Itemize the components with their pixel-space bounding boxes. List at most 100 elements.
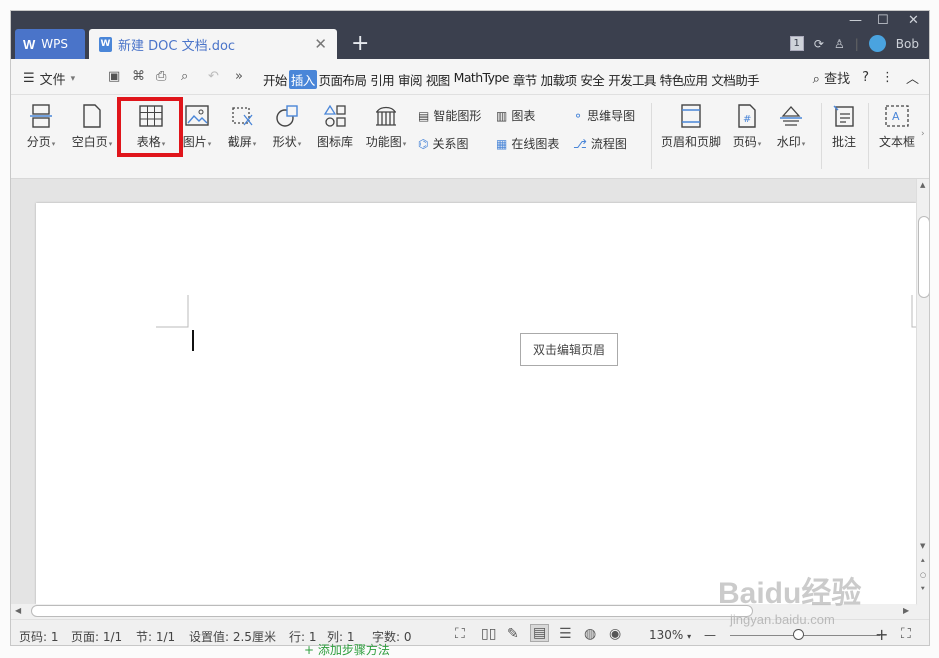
- pen-icon[interactable]: ✎: [507, 626, 519, 642]
- new-tab-button[interactable]: +: [351, 31, 369, 56]
- menu-tab[interactable]: 章节: [511, 70, 539, 89]
- menu-tab[interactable]: 引用: [368, 70, 396, 89]
- tab-document[interactable]: W 新建 DOC 文档.doc ✕: [89, 29, 337, 59]
- menu-tab[interactable]: 视图: [424, 70, 452, 89]
- header-footer-button[interactable]: 页眉和页脚: [656, 103, 726, 150]
- scroll-left-icon[interactable]: ◀: [15, 606, 21, 615]
- status-section: 节: 1/1: [136, 630, 176, 644]
- hamburger-icon: ☰: [23, 71, 35, 86]
- zoom-in-button[interactable]: +: [875, 625, 888, 644]
- smart-shape-label: 智能图形: [433, 109, 482, 123]
- prev-page-icon[interactable]: ⯅: [920, 557, 926, 566]
- tab-close-icon[interactable]: ✕: [314, 35, 327, 53]
- vertical-scrollbar[interactable]: ▲ ▼ ⯅ ○ ⯆: [916, 179, 929, 604]
- picture-button[interactable]: 图片▾: [177, 103, 217, 150]
- vertical-scroll-thumb[interactable]: [918, 216, 929, 298]
- minimize-icon[interactable]: —: [849, 13, 862, 28]
- icon-library-button[interactable]: 图标库: [313, 103, 357, 150]
- online-chart-button[interactable]: ▦ 在线图表: [496, 135, 559, 152]
- tab-wps-home[interactable]: W WPS: [15, 29, 85, 59]
- menu-tab[interactable]: 特色应用: [658, 70, 710, 89]
- close-icon[interactable]: ✕: [908, 13, 919, 28]
- ribbon-divider: [821, 103, 822, 169]
- save-icon[interactable]: ▣: [108, 69, 120, 84]
- shapes-icon: [276, 105, 298, 127]
- zoom-slider-knob[interactable]: [793, 629, 804, 640]
- header-footer-label: 页眉和页脚: [660, 135, 721, 149]
- sync-icon[interactable]: ⟳: [814, 37, 824, 51]
- watermark-button[interactable]: 水印▾: [771, 103, 811, 150]
- page-view-icon[interactable]: ▤: [530, 624, 550, 642]
- scroll-up-icon[interactable]: ▲: [920, 181, 925, 189]
- header-footer-icon: [681, 104, 701, 128]
- user-name[interactable]: Bob: [896, 37, 919, 51]
- document-page[interactable]: 双击编辑页眉: [36, 203, 916, 604]
- menu-bar: ☰ 文件 ▾ ▣ ⌘ ⎙ ⌕ ↶ » 开始 插入 页面布局 引用 审阅 视图 MathTyp…: [11, 59, 929, 95]
- scroll-right-icon[interactable]: ▶: [903, 606, 909, 615]
- picture-icon: [185, 105, 209, 126]
- zoom-level[interactable]: 130% ▾: [649, 628, 691, 642]
- ribbon-scroll-right-icon[interactable]: ›: [921, 129, 925, 139]
- zoom-slider[interactable]: [730, 635, 880, 636]
- undo-icon[interactable]: ↶: [208, 69, 219, 84]
- help-icon[interactable]: ?: [862, 70, 869, 85]
- blank-page-button[interactable]: 空白页▾: [67, 103, 117, 150]
- menu-tab[interactable]: 插入: [288, 70, 317, 89]
- window-count-badge[interactable]: 1: [789, 36, 804, 51]
- ribbon-divider: [868, 103, 869, 169]
- smart-shape-button[interactable]: ▤ 智能图形: [418, 107, 481, 124]
- collapse-ribbon-icon[interactable]: ︿: [906, 68, 919, 87]
- skin-icon[interactable]: ♙: [834, 37, 845, 51]
- menu-tab[interactable]: 页面布局: [317, 70, 369, 89]
- page-number-icon: #: [738, 104, 756, 128]
- edit-header-tooltip[interactable]: 双击编辑页眉: [520, 333, 618, 366]
- file-menu[interactable]: ☰ 文件 ▾: [23, 69, 75, 88]
- web-view-icon[interactable]: ◍: [584, 626, 596, 642]
- menu-tab[interactable]: 开发工具: [606, 70, 658, 89]
- next-page-icon[interactable]: ⯆: [920, 585, 926, 594]
- smart-shape-icon: ▤: [418, 108, 430, 123]
- textbox-button[interactable]: A 文本框: [873, 103, 921, 150]
- more-arrows-icon[interactable]: »: [235, 69, 243, 84]
- fullscreen-icon[interactable]: ⛶: [455, 626, 465, 642]
- relation-chart-button[interactable]: ⌬ 关系图: [418, 135, 469, 152]
- scroll-down-icon[interactable]: ▼: [920, 542, 925, 550]
- search-button[interactable]: ⌕ 查找: [813, 68, 850, 87]
- flowchart-button[interactable]: ⎇ 流程图: [573, 135, 627, 152]
- menu-tab[interactable]: MathType: [452, 70, 511, 89]
- page-break-button[interactable]: 分页▾: [21, 103, 61, 150]
- zoom-out-button[interactable]: —: [704, 628, 716, 642]
- function-chart-button[interactable]: 功能图▾: [361, 103, 411, 150]
- outline-view-icon[interactable]: ☰: [559, 626, 572, 642]
- title-bar: — ☐ ✕ W WPS W 新建 DOC 文档.doc ✕ + 1 ⟳ ♙ | …: [11, 11, 929, 59]
- mind-map-button[interactable]: ⚬ 思维导图: [573, 107, 635, 124]
- doc-file-icon: W: [99, 36, 112, 52]
- menu-tab[interactable]: 加载项: [539, 70, 579, 89]
- print-preview-icon[interactable]: ⌕: [181, 69, 188, 84]
- comment-label: 批注: [831, 135, 856, 149]
- flowchart-icon: ⎇: [573, 136, 587, 151]
- page-number-button[interactable]: # 页码▾: [727, 103, 767, 150]
- fit-window-icon[interactable]: ⛶: [901, 626, 911, 642]
- function-chart-label: 功能图: [365, 135, 402, 149]
- eye-protect-icon[interactable]: ◉: [609, 626, 621, 642]
- shapes-button[interactable]: 形状▾: [267, 103, 307, 150]
- avatar[interactable]: [868, 35, 886, 52]
- menu-tab[interactable]: 开始: [261, 70, 289, 89]
- comment-button[interactable]: 批注: [826, 103, 862, 150]
- menu-tab[interactable]: 安全: [578, 70, 606, 89]
- select-browse-icon[interactable]: ○: [920, 571, 926, 579]
- table-button-highlight: [117, 97, 183, 157]
- horizontal-scroll-thumb[interactable]: [31, 605, 753, 617]
- print-icon[interactable]: ⎙: [156, 69, 166, 84]
- more-icon[interactable]: ⋮: [881, 70, 894, 85]
- menu-tab[interactable]: 文档助手: [709, 70, 761, 89]
- menu-tab[interactable]: 审阅: [396, 70, 424, 89]
- maximize-icon[interactable]: ☐: [877, 13, 889, 28]
- format-painter-icon[interactable]: ⌘: [132, 69, 145, 84]
- add-step-link[interactable]: + 添加步骤方法: [304, 641, 390, 658]
- chart-button[interactable]: ▥ 图表: [496, 107, 535, 124]
- reading-mode-icon[interactable]: ▯▯: [481, 626, 496, 642]
- text-cursor: [192, 330, 194, 351]
- screenshot-button[interactable]: 截屏▾: [222, 103, 262, 150]
